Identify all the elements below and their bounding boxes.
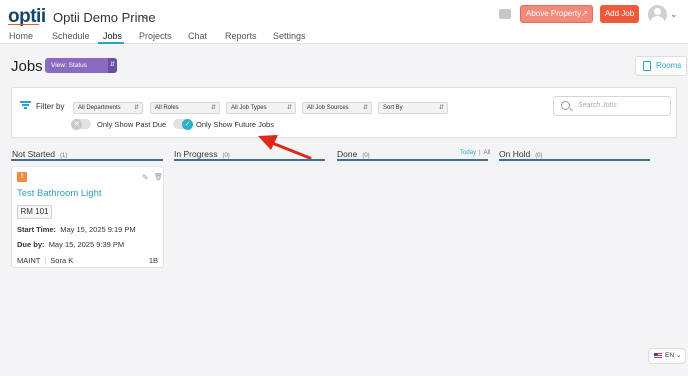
column-divider (499, 159, 650, 161)
job-title[interactable]: Test Bathroom Light (17, 188, 102, 199)
column-divider (337, 159, 488, 161)
column-title: In Progress (174, 149, 218, 159)
start-time-label: Start Time: (17, 225, 57, 234)
column-header-in-progress: In Progress (0) (174, 149, 230, 159)
card-footer: MAINT | Sora K (17, 256, 74, 265)
edit-icon[interactable]: ✎ (142, 173, 149, 182)
due-by-row: Due by: May 15, 2025 9:39 PM (17, 240, 124, 249)
column-title: On Hold (499, 149, 531, 159)
language-selector[interactable]: EN ⌄ (648, 348, 686, 364)
today-filter-link[interactable]: Today (460, 150, 476, 156)
column-divider (174, 159, 325, 161)
column-header-not-started: Not Started (1) (12, 149, 67, 159)
language-code: EN (665, 352, 675, 359)
column-title: Done (337, 149, 358, 159)
done-date-filter: Today | All (460, 150, 491, 156)
column-divider (11, 159, 163, 161)
start-time-value: May 15, 2025 9:19 PM (60, 225, 136, 234)
warning-icon: ! (17, 172, 27, 182)
due-by-value: May 15, 2025 9:39 PM (48, 240, 125, 249)
department-code: MAINT (17, 256, 41, 265)
start-time-row: Start Time: May 15, 2025 9:19 PM (17, 225, 136, 234)
column-header-done: Done (0) (337, 149, 370, 159)
column-header-on-hold: On Hold (0) (499, 149, 543, 159)
due-by-label: Due by: (17, 240, 45, 249)
floor-code: 1B (148, 256, 158, 265)
trash-icon[interactable]: 🗑 (154, 173, 163, 181)
job-card[interactable]: ! ✎ 🗑 Test Bathroom Light RM 101 Start T… (11, 166, 164, 268)
all-filter-link[interactable]: All (484, 150, 491, 156)
room-tag: RM 101 (17, 205, 52, 219)
column-title: Not Started (12, 149, 55, 159)
us-flag-icon (654, 353, 662, 359)
assignee-name: Sora K (50, 256, 74, 265)
